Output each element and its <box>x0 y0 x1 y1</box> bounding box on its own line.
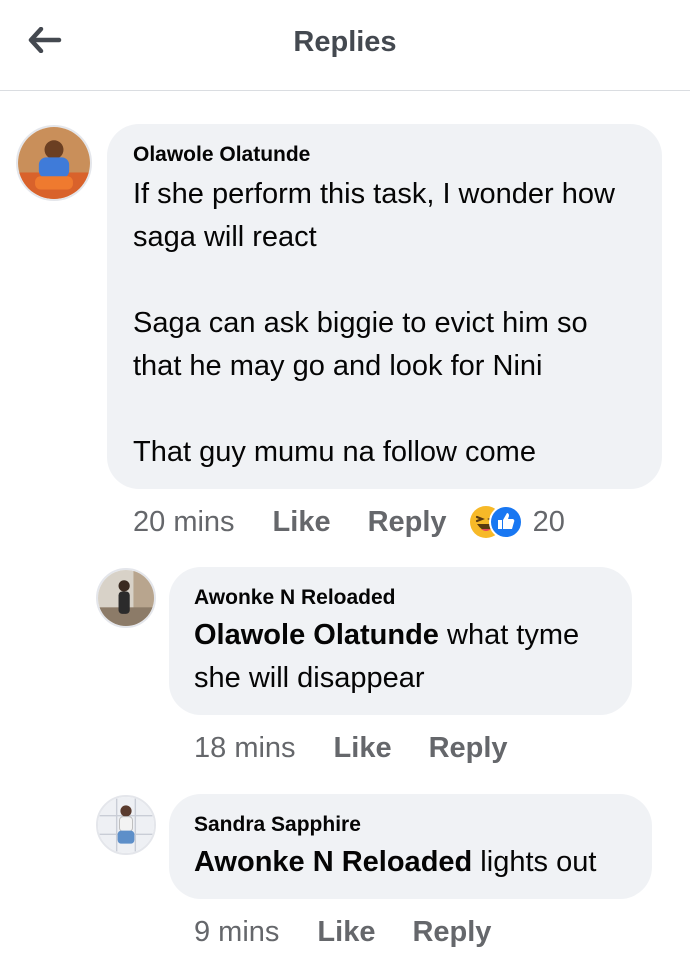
like-button[interactable]: Like <box>334 732 392 765</box>
top-bar: Replies <box>0 0 690 91</box>
like-button[interactable]: Like <box>317 916 375 949</box>
comment-bubble: Olawole Olatunde If she perform this tas… <box>107 124 662 489</box>
reply-timestamp[interactable]: 18 mins <box>194 732 296 765</box>
reaction-count: 20 <box>532 505 565 538</box>
comment-timestamp[interactable]: 20 mins <box>133 506 235 539</box>
reply-bubble: Awonke N Reloaded Olawole Olatunde what … <box>169 567 632 715</box>
reply-body: lights out <box>472 846 597 879</box>
mention-link[interactable]: Olawole Olatunde <box>194 619 439 651</box>
comment-author[interactable]: Olawole Olatunde <box>133 142 636 167</box>
reply-button[interactable]: Reply <box>429 732 508 765</box>
avatar-olawole[interactable] <box>16 125 92 201</box>
reply-author[interactable]: Sandra Sapphire <box>194 812 627 837</box>
reactions-summary[interactable]: 20 <box>469 505 565 539</box>
reply-button[interactable]: Reply <box>412 916 491 949</box>
reply-button[interactable]: Reply <box>368 506 447 539</box>
avatar-sandra[interactable] <box>96 795 156 855</box>
reply-author[interactable]: Awonke N Reloaded <box>194 585 607 610</box>
like-icon <box>488 505 523 539</box>
reply-actions: 9 mins Like Reply <box>194 916 528 949</box>
mention-link[interactable]: Awonke N Reloaded <box>194 846 472 878</box>
avatar-awonke[interactable] <box>96 568 156 628</box>
like-button[interactable]: Like <box>273 506 331 539</box>
reply-text: Olawole Olatunde what tyme she will disa… <box>194 614 607 700</box>
page-title: Replies <box>293 26 397 58</box>
reply-text: Awonke N Reloaded lights out <box>194 841 627 884</box>
comment-text: If she perform this task, I wonder how s… <box>133 178 615 469</box>
reply-actions: 18 mins Like Reply <box>194 732 545 765</box>
reply-bubble: Sandra Sapphire Awonke N Reloaded lights… <box>169 794 652 899</box>
reply-timestamp[interactable]: 9 mins <box>194 916 279 949</box>
comment-actions: 20 mins Like Reply 20 <box>133 505 565 539</box>
